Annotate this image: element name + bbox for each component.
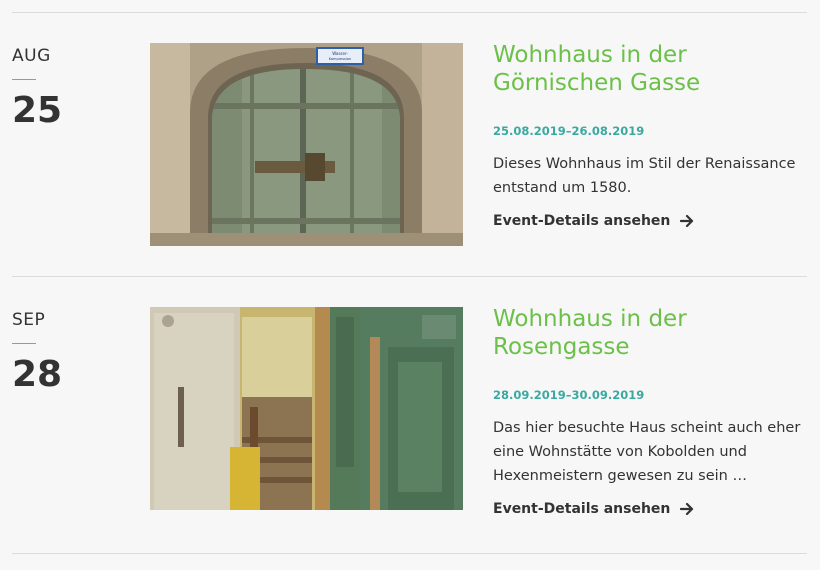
- event-title[interactable]: Wohnhaus in der Rosengasse: [493, 305, 793, 361]
- date-divider: [12, 79, 36, 80]
- event-details-label: Event-Details ansehen: [493, 501, 671, 517]
- arrow-right-icon: [680, 502, 694, 516]
- date-divider: [12, 343, 36, 344]
- event-day: 28: [12, 354, 63, 395]
- door-photo: Wasser- Kompression: [150, 43, 463, 246]
- event-month: AUG: [12, 46, 51, 66]
- event-title[interactable]: Wohnhaus in der Görnischen Gasse: [493, 41, 793, 97]
- event-image[interactable]: [150, 307, 463, 510]
- event-image[interactable]: Wasser- Kompression: [150, 43, 463, 246]
- svg-text:Wasser-: Wasser-: [332, 51, 348, 56]
- divider-bottom: [12, 553, 807, 554]
- event-day: 25: [12, 90, 63, 131]
- arrow-right-icon: [680, 214, 694, 228]
- event-description: Das hier besuchte Haus scheint auch eher…: [493, 420, 801, 484]
- event-item: AUG 25 Wasser- Kompression Wohnhaus in d…: [0, 12, 820, 276]
- staircase-photo: [150, 307, 463, 510]
- event-date-range: 25.08.2019–26.08.2019: [493, 124, 645, 138]
- event-description: Dieses Wohnhaus im Stil der Renaissance …: [493, 156, 796, 196]
- event-details-link[interactable]: Event-Details ansehen: [493, 213, 694, 229]
- event-date-range: 28.09.2019–30.09.2019: [493, 388, 645, 402]
- event-item: SEP 28 Wohnhaus in der Rosengasse 28.09.…: [0, 276, 820, 540]
- svg-text:Kompression: Kompression: [329, 57, 351, 61]
- event-details-label: Event-Details ansehen: [493, 213, 671, 229]
- event-details-link[interactable]: Event-Details ansehen: [493, 501, 694, 517]
- event-month: SEP: [12, 310, 46, 330]
